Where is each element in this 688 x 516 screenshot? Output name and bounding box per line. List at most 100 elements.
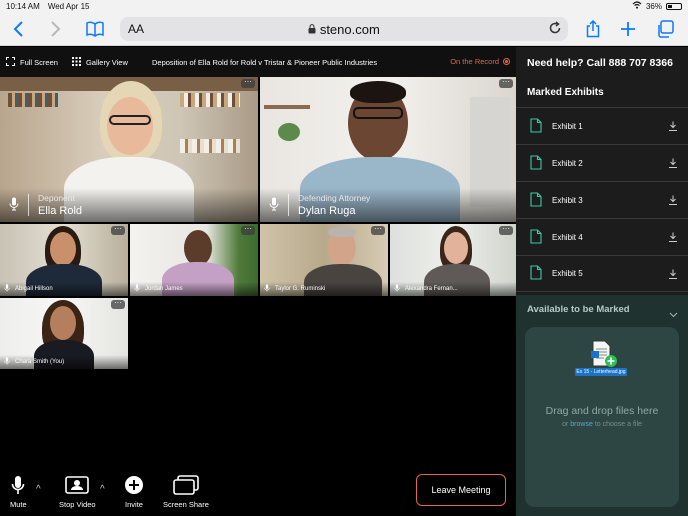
available-exhibits-section: Available to be Marked Ex 15 - Letterhea… [516, 295, 688, 516]
new-tab-icon[interactable] [617, 18, 639, 40]
meeting-title: Deposition of Ella Rold for Rold v Trist… [152, 58, 378, 67]
tabs-icon[interactable] [654, 18, 676, 40]
exhibit-label: Exhibit 2 [552, 158, 583, 168]
record-label: On the Record [450, 57, 499, 66]
tile-options-button[interactable]: ··· [241, 225, 255, 235]
tile-name-bar: Taylor G. Ruminski [260, 282, 388, 296]
microphone-icon [4, 284, 10, 294]
download-icon[interactable] [668, 269, 678, 281]
audio-options-chevron-icon[interactable]: ^ [36, 484, 41, 495]
marked-exhibits-title: Marked Exhibits [527, 87, 604, 98]
download-icon[interactable] [668, 195, 678, 207]
download-icon[interactable] [668, 121, 678, 133]
stop-video-label: Stop Video [59, 500, 96, 509]
tile-name-bar: Deponent Ella Rold [0, 188, 258, 222]
record-status: On the Record [450, 57, 510, 66]
video-tile-participant[interactable]: ··· Taylor G. Ruminski [260, 224, 388, 296]
invite-button[interactable]: Invite [124, 474, 144, 509]
file-dropzone[interactable]: Ex 15 - Letterhead.jpg Drag and drop fil… [525, 327, 679, 507]
exhibit-label: Exhibit 5 [552, 269, 583, 278]
forward-icon[interactable] [44, 18, 66, 40]
video-tile-participant[interactable]: ··· Jordan James [130, 224, 258, 296]
browse-instructions: or browse to choose a file [562, 421, 642, 428]
participant-name: Ella Rold [38, 205, 83, 217]
participant-name: Taylor G. Ruminski [275, 286, 326, 292]
url-text: steno.com [319, 22, 380, 37]
status-bar: 10:14 AM Wed Apr 15 36% [0, 0, 688, 12]
fullscreen-button[interactable]: Full Screen [6, 56, 58, 68]
meeting-header: Full Screen Gallery View Deposition of E… [0, 47, 516, 77]
reload-icon[interactable] [548, 21, 562, 40]
chevron-down-icon[interactable] [669, 305, 678, 323]
exhibit-label: Exhibit 3 [552, 195, 583, 205]
participant-name: Abigail Hillson [15, 286, 53, 292]
exhibit-item[interactable]: Exhibit 1 [516, 107, 688, 144]
document-icon [530, 154, 542, 172]
browse-link[interactable]: browse [570, 421, 593, 428]
tile-name-bar: Defending Attorney Dylan Ruga [260, 188, 516, 222]
fullscreen-icon [6, 56, 15, 68]
microphone-icon [9, 197, 19, 213]
stop-video-button[interactable]: Stop Video [59, 474, 96, 509]
battery-percent: 36% [645, 1, 662, 11]
video-tile-participant[interactable]: ··· Alexandra Fernan... [390, 224, 516, 296]
invite-label: Invite [125, 500, 143, 509]
microphone-icon [394, 284, 400, 294]
video-tile-deponent[interactable]: ··· Deponent Ella Rold [0, 77, 258, 222]
bookmarks-icon[interactable] [84, 18, 106, 40]
screen-share-button[interactable]: Screen Share [163, 474, 209, 509]
exhibit-item[interactable]: Exhibit 3 [516, 181, 688, 218]
fullscreen-label: Full Screen [20, 57, 58, 67]
lock-icon [308, 22, 320, 37]
tile-name-bar: Alexandra Fernan... [390, 282, 516, 296]
participant-role: Deponent [38, 193, 75, 203]
leave-meeting-button[interactable]: Leave Meeting [416, 474, 506, 506]
participant-name: Jordan James [145, 286, 183, 292]
gallery-view-label: Gallery View [85, 57, 128, 67]
tile-options-button[interactable]: ··· [371, 225, 385, 235]
grid-icon [71, 56, 81, 68]
download-icon[interactable] [668, 232, 678, 244]
document-icon [530, 191, 542, 209]
share-icon[interactable] [582, 18, 604, 40]
exhibit-item[interactable]: Exhibit 2 [516, 144, 688, 181]
participant-name: Chara Smith (You) [15, 359, 65, 365]
tile-name-bar: Chara Smith (You) [0, 355, 128, 369]
tile-name-bar: Jordan James [130, 282, 258, 296]
exhibit-item[interactable]: Exhibit 4 [516, 218, 688, 255]
tile-options-button[interactable]: ··· [499, 225, 513, 235]
exhibit-label: Exhibit 4 [552, 232, 583, 242]
drop-instructions: Drag and drop files here [545, 405, 659, 417]
tile-options-button[interactable]: ··· [111, 225, 125, 235]
microphone-icon [134, 284, 140, 294]
battery-icon [666, 2, 682, 10]
video-options-chevron-icon[interactable]: ^ [100, 484, 105, 495]
available-title: Available to be Marked [527, 304, 630, 315]
record-icon [503, 58, 510, 65]
video-tile-self[interactable]: ··· Chara Smith (You) [0, 298, 128, 369]
tile-options-button[interactable]: ··· [241, 78, 255, 88]
wifi-icon [632, 1, 642, 11]
microphone-icon [264, 284, 270, 294]
side-panel: Need help? Call 888 707 8366 Marked Exhi… [516, 47, 688, 516]
participant-name: Alexandra Fernan... [405, 286, 458, 292]
url-display[interactable]: steno.com [120, 22, 568, 37]
video-tile-participant[interactable]: ··· Abigail Hillson [0, 224, 128, 296]
help-text: Need help? Call 888 707 8366 [527, 57, 673, 69]
exhibit-item[interactable]: Exhibit 5 [516, 255, 688, 292]
mute-button[interactable]: Mute [10, 474, 27, 509]
status-time: 10:14 AM [6, 1, 40, 11]
document-icon [530, 265, 542, 282]
tile-options-button[interactable]: ··· [111, 299, 125, 309]
download-icon[interactable] [668, 158, 678, 170]
document-icon [530, 117, 542, 135]
gallery-view-button[interactable]: Gallery View [71, 56, 128, 68]
document-icon [530, 228, 542, 246]
participant-role: Defending Attorney [298, 193, 371, 203]
dragged-file[interactable]: Ex 15 - Letterhead.jpg [575, 339, 629, 376]
back-icon[interactable] [8, 18, 30, 40]
tile-options-button[interactable]: ··· [499, 78, 513, 88]
video-tile-defending-attorney[interactable]: ··· Defending Attorney Dylan Ruga [260, 77, 516, 222]
address-bar[interactable]: AA steno.com [120, 17, 568, 41]
mute-label: Mute [10, 500, 27, 509]
